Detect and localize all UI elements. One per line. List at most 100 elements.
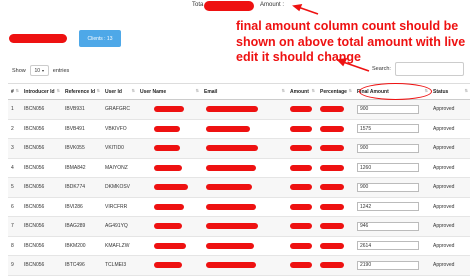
redaction-blot [290, 125, 312, 132]
sort-icon: ⇅ [56, 88, 60, 93]
sort-icon: ⇅ [15, 88, 19, 93]
final-amount-input[interactable]: 1242 [357, 202, 419, 212]
percentage-cell-redacted [317, 236, 354, 256]
row-number: 4 [11, 164, 14, 171]
redaction-blot [154, 125, 180, 132]
search-label: Search: [372, 66, 391, 72]
column-header-user-id[interactable]: User Id ⇅ [102, 84, 137, 100]
status-cell: Approved [433, 184, 455, 191]
length-menu: Show 10 ▾ entries [12, 65, 69, 76]
user-id-cell: MAIYONZ [105, 164, 128, 171]
user-id-cell: AG491YQ [105, 223, 128, 230]
amount-cell-redacted [287, 256, 317, 276]
table-row: 8 IBCN056 IBKM200 KMAFLZW 2614 Approved [8, 236, 470, 256]
redaction-blot [206, 203, 256, 210]
sort-icon: ⇅ [464, 88, 468, 93]
final-amount-input[interactable]: 900 [357, 143, 419, 153]
search-input[interactable] [394, 62, 464, 76]
table-row: 2 IBCN056 IBVB491 VBKIVFO 1575 Approved [8, 119, 470, 139]
arrowhead-icon [292, 4, 303, 12]
table-row: 4 IBCN056 IBMA842 MAIYONZ 1260 Approved [8, 158, 470, 178]
status-cell: Approved [433, 125, 455, 132]
redaction-blot [320, 242, 344, 249]
redaction-blot [320, 262, 344, 269]
redaction-blot [290, 262, 312, 269]
amount-cell-redacted [287, 158, 317, 178]
percentage-cell-redacted [317, 158, 354, 178]
table-row: 5 IBCN056 IBDK774 DKMKOSV 900 Approved [8, 177, 470, 198]
arrowhead-icon [336, 58, 348, 67]
final-amount-input[interactable]: 900 [357, 104, 419, 114]
status-cell: Approved [433, 262, 455, 269]
redaction-blot [154, 106, 184, 113]
redaction-blot [154, 203, 184, 210]
reference-id-cell: IBVB491 [65, 125, 85, 132]
redaction-blot [290, 184, 312, 191]
amount-cell-redacted [287, 217, 317, 237]
user-name-cell-redacted [137, 178, 201, 198]
user-id-cell: GRAFGRC [105, 106, 130, 113]
entries-select[interactable]: 10 ▾ [29, 65, 49, 76]
percentage-cell-redacted [317, 256, 354, 276]
column-header-user-name[interactable]: User Name ⇅ [137, 84, 201, 100]
final-amount-cell: 946 [354, 217, 430, 237]
user-id-cell: VKITID0 [105, 145, 124, 152]
column-header-email[interactable]: Email ⇅ [201, 84, 287, 100]
reference-id-cell: IBVI286 [65, 203, 83, 210]
email-cell-redacted [201, 217, 287, 237]
status-cell: Approved [433, 106, 455, 113]
entries-select-value: 10 [34, 67, 41, 74]
sort-icon: ⇅ [311, 88, 315, 93]
reference-id-cell: IBMA842 [65, 164, 86, 171]
status-cell: Approved [433, 242, 455, 249]
reference-id-cell: IBVB931 [65, 106, 85, 113]
user-name-cell-redacted [137, 256, 201, 276]
final-amount-input[interactable]: 1575 [357, 124, 419, 134]
percentage-cell-redacted [317, 119, 354, 139]
redaction-blot [290, 145, 312, 152]
redaction-blot [154, 164, 182, 171]
final-amount-input[interactable]: 900 [357, 182, 419, 192]
row-number: 1 [11, 106, 14, 113]
introducer-id-cell: IBCN056 [24, 145, 45, 152]
final-amount-cell: 900 [354, 178, 430, 198]
table-row: 7 IBCN056 IBAG289 AG491YQ 946 Approved [8, 216, 470, 237]
table-row: 6 IBCN056 IBVI286 VIRCFRR 1242 Approved [8, 197, 470, 217]
final-amount-input[interactable]: 1260 [357, 163, 419, 173]
column-header-status[interactable]: Status ⇅ [430, 84, 470, 100]
reference-id-cell: IBDK774 [65, 184, 86, 191]
final-amount-cell: 900 [354, 139, 430, 159]
user-name-cell-redacted [137, 158, 201, 178]
status-cell: Approved [433, 223, 455, 230]
column-header-percentage[interactable]: Percentage ⇅ [317, 84, 354, 100]
final-amount-cell: 2614 [354, 236, 430, 256]
column-header-introducer-id[interactable]: Introducer Id ⇅ [21, 84, 62, 100]
column-header-reference-id[interactable]: Reference Id ⇅ [62, 84, 102, 100]
table-row: 3 IBCN056 IBVK055 VKITID0 900 Approved [8, 138, 470, 159]
introducer-id-cell: IBCN056 [24, 242, 45, 249]
sort-icon: ⇅ [131, 88, 135, 93]
sort-icon: ⇅ [195, 88, 199, 93]
final-amount-input[interactable]: 946 [357, 221, 419, 231]
percentage-cell-redacted [317, 197, 354, 217]
chevron-down-icon: ▾ [42, 68, 45, 73]
column-header-number[interactable]: # ⇅ [8, 84, 21, 100]
table-row: 9 IBCN056 IBTC496 TCLMEI3 2190 Approved [8, 255, 470, 276]
redaction-blot [290, 106, 312, 113]
reference-id-cell: IBVK055 [65, 145, 85, 152]
introducer-id-cell: IBCN056 [24, 262, 45, 269]
redaction-blot [320, 145, 344, 152]
final-amount-input[interactable]: 2614 [357, 241, 419, 251]
column-header-amount[interactable]: Amount ⇅ [287, 84, 317, 100]
redaction-blot [206, 184, 252, 191]
user-name-cell-redacted [137, 119, 201, 139]
reference-id-cell: IBAG289 [65, 223, 86, 230]
percentage-cell-redacted [317, 139, 354, 159]
redaction-blot [154, 242, 186, 249]
percentage-cell-redacted [317, 100, 354, 120]
user-name-cell-redacted [137, 139, 201, 159]
redaction-blot [206, 106, 258, 113]
row-number: 3 [11, 145, 14, 152]
final-amount-input[interactable]: 2190 [357, 260, 419, 270]
user-id-cell: VIRCFRR [105, 203, 128, 210]
